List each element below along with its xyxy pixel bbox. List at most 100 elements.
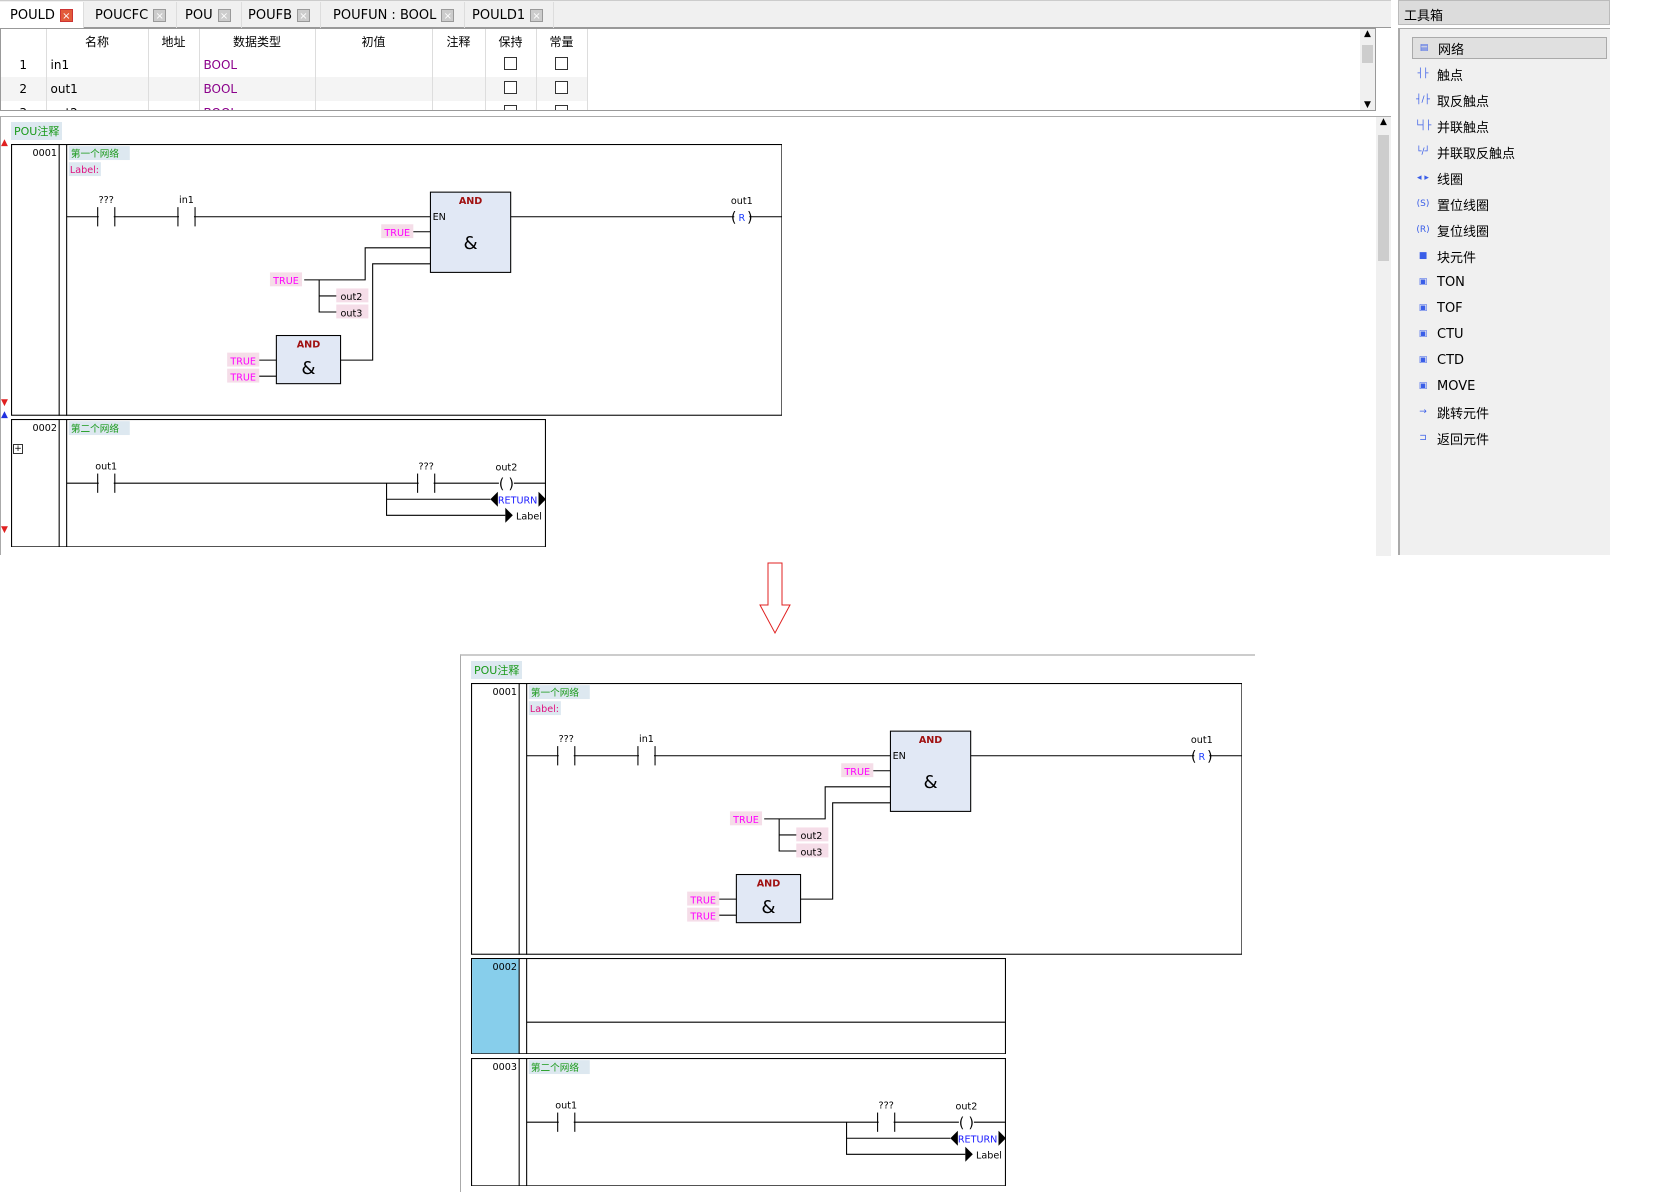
comment-cell[interactable] xyxy=(432,101,486,110)
address-cell[interactable] xyxy=(148,77,200,101)
network-empty[interactable]: 0002 xyxy=(471,958,1006,1055)
network-marker-icon[interactable]: ▲ xyxy=(1,410,8,420)
close-icon[interactable]: × xyxy=(153,8,167,22)
initial-value-cell[interactable] xyxy=(315,77,433,101)
block-name: AND xyxy=(297,339,320,350)
toolbox-item-label: CTD xyxy=(1437,352,1465,368)
row-number[interactable]: 1 xyxy=(1,53,47,77)
toolbox-item-12[interactable]: ▣ CTU xyxy=(1412,323,1607,345)
and-block[interactable]: AND EN & xyxy=(429,191,512,273)
column-header[interactable]: 保持 xyxy=(485,29,537,53)
tab-pould1[interactable]: POULD1 × xyxy=(462,2,555,28)
close-icon[interactable]: × xyxy=(59,8,73,22)
toolbox-item-5[interactable]: └/┘ 并联取反触点 xyxy=(1412,141,1607,163)
and-block[interactable]: AND EN & xyxy=(889,730,972,812)
editor-scrollbar[interactable]: ▲ xyxy=(1376,117,1391,556)
table-scrollbar[interactable]: ▲ ▼ xyxy=(1360,29,1375,110)
close-icon[interactable]: × xyxy=(217,8,231,22)
tab-poufb[interactable]: POUFB × xyxy=(238,2,321,28)
toolbox-item-8[interactable]: (R) 复位线圈 xyxy=(1412,219,1607,241)
retain-checkbox[interactable] xyxy=(504,105,517,110)
tab-poucfc[interactable]: POUCFC × xyxy=(85,2,178,28)
constant-checkbox[interactable] xyxy=(555,105,568,110)
close-icon[interactable]: × xyxy=(530,8,544,22)
name-cell[interactable]: in1 xyxy=(46,53,149,77)
scroll-down-icon[interactable]: ▼ xyxy=(1360,100,1375,110)
block-symbol: & xyxy=(463,233,477,254)
pou-comment[interactable]: POU注释 xyxy=(11,122,63,140)
column-header[interactable]: 常量 xyxy=(536,29,588,53)
network-2[interactable]: 0003 第二个网络 out1 ??? () out2 RETURN Label xyxy=(471,1058,1006,1187)
table-row[interactable]: 2 out1 BOOL xyxy=(1,77,588,101)
retain-checkbox[interactable] xyxy=(504,57,517,70)
tab-poufun-bool[interactable]: POUFUN : BOOL × xyxy=(323,2,466,28)
toolbox-item-2[interactable]: ┤├ 触点 xyxy=(1412,63,1607,85)
scroll-up-icon[interactable]: ▲ xyxy=(1360,29,1375,39)
toolbox-panel: ▤ 网络 ┤├ 触点 ┤/├ 取反触点 └┤├ 并联触点 └/┘ 并联取反触点 ◂ ▸ 线圈 (S) 置位… xyxy=(1398,28,1610,555)
name-cell[interactable]: out2 xyxy=(46,101,149,110)
toolbox-item-16[interactable]: ⊐ 返回元件 xyxy=(1412,427,1607,449)
column-header[interactable]: 名称 xyxy=(46,29,149,53)
jump-label: Label xyxy=(976,1151,1002,1162)
constant-value: TRUE xyxy=(689,911,716,922)
column-header[interactable]: 数据类型 xyxy=(199,29,316,53)
network-1[interactable]: 0001 第一个网络 Label:??? in1 AND EN & ()Rout1 TRUE TR… xyxy=(11,144,783,416)
table-row[interactable]: 3out2 BOOL xyxy=(1,101,588,110)
address-cell[interactable] xyxy=(148,53,200,77)
network-marker-icon[interactable]: ▼ xyxy=(1,398,8,408)
pou-comment[interactable]: POU注释 xyxy=(471,661,523,679)
scroll-thumb[interactable] xyxy=(1362,45,1373,63)
initial-value-cell[interactable] xyxy=(315,101,433,110)
tab-pou[interactable]: POU × xyxy=(175,2,242,28)
constant-checkbox[interactable] xyxy=(555,81,568,94)
table-row[interactable]: 1 in1 BOOL xyxy=(1,53,588,77)
tab-label: POULD xyxy=(10,7,55,23)
initial-value-cell[interactable] xyxy=(315,53,433,77)
reset-coil[interactable]: ()Rout1 xyxy=(1191,735,1213,765)
toolbox-item-6[interactable]: ◂ ▸ 线圈 xyxy=(1412,167,1607,189)
toolbox-item-9[interactable]: ■ 块元件 xyxy=(1412,245,1607,267)
type-cell[interactable]: BOOL xyxy=(199,53,316,77)
reset-coil[interactable]: ()Rout1 xyxy=(731,196,753,226)
toolbox-item-4[interactable]: └┤├ 并联触点 xyxy=(1412,115,1607,137)
tab-pould[interactable]: POULD × xyxy=(0,2,84,28)
toolbox-item-15[interactable]: → 跳转元件 xyxy=(1412,401,1607,423)
constant-checkbox[interactable] xyxy=(555,57,568,70)
and-block-2[interactable]: AND & xyxy=(735,873,802,924)
and-block-2[interactable]: AND & xyxy=(275,334,342,385)
toolbox-item-7[interactable]: (S) 置位线圈 xyxy=(1412,193,1607,215)
scroll-thumb[interactable] xyxy=(1378,135,1389,261)
row-number[interactable]: 3 xyxy=(1,101,47,110)
toolbox-item-label: 块元件 xyxy=(1437,250,1477,266)
network-1[interactable]: 0001 第一个网络 Label:??? in1 AND EN & ()Rout1 TRUE TR… xyxy=(471,683,1243,955)
network-2[interactable]: 0002 第二个网络 out1 ??? () out2 RETURN Label xyxy=(11,419,546,548)
scroll-up-icon[interactable]: ▲ xyxy=(1376,117,1391,127)
comment-cell[interactable] xyxy=(432,77,486,101)
return-label: RETURN xyxy=(958,1135,998,1146)
column-header[interactable]: 地址 xyxy=(148,29,200,53)
coil-bracket: ( xyxy=(1191,749,1196,765)
close-icon[interactable]: × xyxy=(296,8,310,22)
toolbox-item-1[interactable]: ▤ 网络 xyxy=(1412,37,1607,59)
address-cell[interactable] xyxy=(148,101,200,110)
close-icon[interactable]: × xyxy=(441,8,455,22)
retain-checkbox[interactable] xyxy=(504,81,517,94)
type-cell[interactable]: BOOL xyxy=(199,101,316,110)
toolbox-item-13[interactable]: ▣ CTD xyxy=(1412,349,1607,371)
type-cell[interactable]: BOOL xyxy=(199,77,316,101)
column-header[interactable]: 初值 xyxy=(315,29,433,53)
column-header[interactable] xyxy=(1,29,47,53)
toolbox-item-14[interactable]: ▣ MOVE xyxy=(1412,375,1607,397)
network-marker-icon[interactable]: ▼ xyxy=(1,525,8,535)
column-header[interactable]: 注释 xyxy=(432,29,486,53)
toolbox-item-10[interactable]: ▣ TON xyxy=(1412,271,1607,293)
comment-cell[interactable] xyxy=(432,53,486,77)
network-marker-icon[interactable]: ▲ xyxy=(1,138,8,148)
expand-icon[interactable]: + xyxy=(13,444,23,454)
name-cell[interactable]: out1 xyxy=(46,77,149,101)
toolbox-item-11[interactable]: ▣ TOF xyxy=(1412,297,1607,319)
contact-variable: in1 xyxy=(179,195,194,206)
toolbox-item-3[interactable]: ┤/├ 取反触点 xyxy=(1412,89,1607,111)
block-en-pin: EN xyxy=(893,751,906,762)
row-number[interactable]: 2 xyxy=(1,77,47,101)
